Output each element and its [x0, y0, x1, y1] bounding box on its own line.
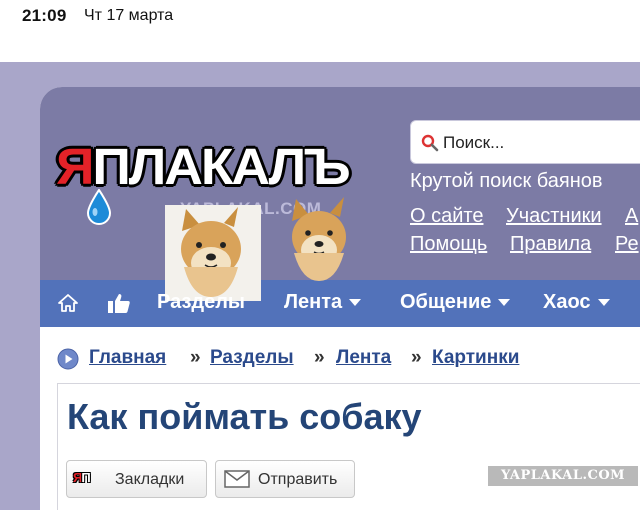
bookmarks-button[interactable]: ЯП Закладки — [66, 460, 207, 498]
nav-chaos[interactable]: Хаос — [543, 291, 610, 314]
breadcrumb-home[interactable]: Главная — [89, 347, 166, 369]
breadcrumb-separator: » — [411, 347, 422, 368]
breadcrumb-separator: » — [314, 347, 325, 368]
play-circle-icon — [57, 348, 79, 370]
image-watermark: YAPLAKAL.COM — [488, 466, 638, 486]
send-button[interactable]: Отправить — [215, 460, 355, 498]
link-rules[interactable]: Правила — [510, 233, 591, 256]
link-truncated-re[interactable]: Ре — [615, 233, 639, 256]
post-box: Как поймать собаку ЯП Закладки Отправить… — [57, 383, 640, 510]
ios-status-bar: 21:09 Чт 17 марта — [0, 0, 640, 62]
search-tagline: Крутой поиск баянов — [410, 170, 603, 192]
search-box[interactable] — [410, 120, 640, 164]
chevron-down-icon — [349, 299, 362, 307]
search-icon — [421, 134, 439, 152]
send-label: Отправить — [258, 471, 338, 488]
doge-image — [181, 207, 241, 297]
home-icon[interactable] — [58, 294, 78, 312]
nav-sections[interactable]: Разделы — [157, 291, 245, 314]
yp-logo-icon: ЯП — [73, 470, 91, 485]
nav-communication[interactable]: Общение — [400, 291, 511, 314]
link-about[interactable]: О сайте — [410, 205, 483, 228]
logo-wordmark: ЯПЛАКАЛЪ — [56, 138, 351, 195]
breadcrumb-separator: » — [190, 347, 201, 368]
thumbs-up-icon[interactable] — [107, 292, 131, 314]
bookmarks-label: Закладки — [115, 471, 185, 488]
link-members[interactable]: Участники — [506, 205, 602, 228]
doge-image — [292, 197, 346, 281]
site-container: ЯПЛАКАЛЪ YAPLAKAL.COM Крутой поиск баяно… — [40, 87, 640, 510]
status-date: Чт 17 марта — [84, 7, 174, 24]
chevron-down-icon — [498, 299, 511, 307]
search-input[interactable] — [443, 130, 640, 156]
link-truncated-a[interactable]: А — [625, 205, 638, 228]
breadcrumb-sections[interactable]: Разделы — [210, 347, 294, 369]
teardrop-icon — [86, 189, 112, 225]
breadcrumb-feed[interactable]: Лента — [336, 347, 391, 369]
envelope-icon — [224, 470, 250, 488]
chevron-down-icon — [597, 299, 610, 307]
link-help[interactable]: Помощь — [410, 233, 487, 256]
status-time: 21:09 — [22, 6, 67, 25]
nav-feed[interactable]: Лента — [284, 291, 362, 314]
post-title: Как поймать собаку — [67, 396, 422, 437]
breadcrumb-pictures[interactable]: Картинки — [432, 347, 519, 369]
